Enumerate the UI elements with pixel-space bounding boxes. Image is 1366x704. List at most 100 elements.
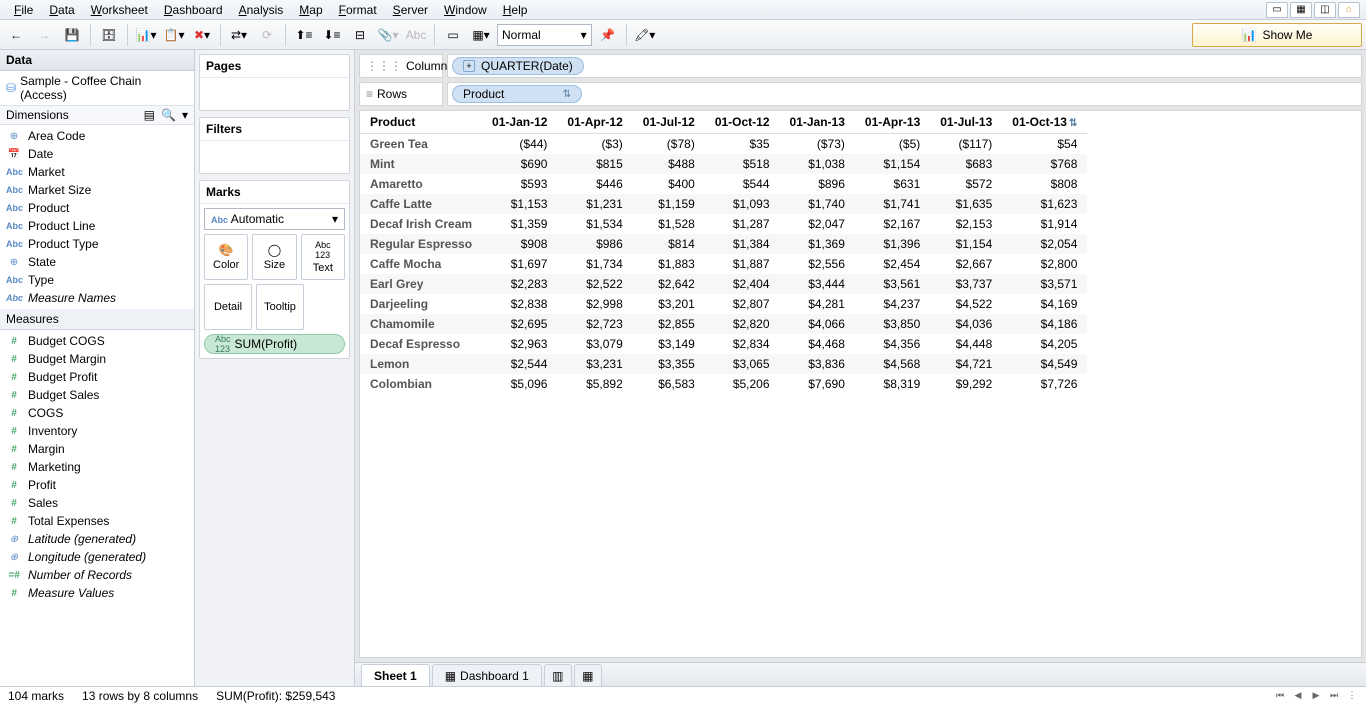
field-area-code[interactable]: ⊕Area Code xyxy=(0,127,194,145)
field-budget-profit[interactable]: #Budget Profit xyxy=(0,368,194,386)
field-latitude-generated-[interactable]: ⊕Latitude (generated) xyxy=(0,530,194,548)
swap-button[interactable]: ⇄▾ xyxy=(227,23,251,47)
field-total-expenses[interactable]: #Total Expenses xyxy=(0,512,194,530)
new-dashboard-tab[interactable]: ▦ xyxy=(574,664,602,686)
table-row[interactable]: Colombian$5,096$5,892$6,583$5,206$7,690$… xyxy=(360,374,1087,394)
sort-desc-button[interactable]: ⬇≡ xyxy=(320,23,344,47)
datasource-button[interactable]: 🗄 xyxy=(97,23,121,47)
field-date[interactable]: 📅Date xyxy=(0,145,194,163)
highlight-button[interactable]: 🖍▾ xyxy=(633,23,657,47)
tab-sheet1[interactable]: Sheet 1 xyxy=(361,664,430,686)
new-worksheet-tab[interactable]: ▥ xyxy=(544,664,572,686)
menu-window[interactable]: Window xyxy=(436,1,495,19)
size-card[interactable]: ◯Size xyxy=(252,234,296,280)
field-market[interactable]: AbcMarket xyxy=(0,163,194,181)
menu-data[interactable]: Data xyxy=(41,1,82,19)
field-budget-sales[interactable]: #Budget Sales xyxy=(0,386,194,404)
table-row[interactable]: Decaf Espresso$2,963$3,079$3,149$2,834$4… xyxy=(360,334,1087,354)
duplicate-button[interactable]: 📋▾ xyxy=(162,23,186,47)
data-table[interactable]: Product01-Jan-1201-Apr-1201-Jul-1201-Oct… xyxy=(359,110,1362,658)
view-grid-icon[interactable]: ▦ xyxy=(1290,2,1312,18)
menu-help[interactable]: Help xyxy=(495,1,536,19)
table-row[interactable]: Chamomile$2,695$2,723$2,855$2,820$4,066$… xyxy=(360,314,1087,334)
rows-pill-product[interactable]: Product ⇅ xyxy=(452,85,582,103)
menu-file[interactable]: File xyxy=(6,1,41,19)
field-product-line[interactable]: AbcProduct Line xyxy=(0,217,194,235)
expand-icon[interactable]: + xyxy=(463,60,475,72)
marks-text-pill[interactable]: Abc123 SUM(Profit) xyxy=(204,334,345,354)
filters-shelf[interactable]: Filters xyxy=(199,117,350,174)
field-product[interactable]: AbcProduct xyxy=(0,199,194,217)
text-card[interactable]: Abc123Text xyxy=(301,234,345,280)
attach-button[interactable]: 📎▾ xyxy=(376,23,400,47)
color-card[interactable]: 🎨Color xyxy=(204,234,248,280)
view-cards-button[interactable]: ▦▾ xyxy=(469,23,493,47)
sort-asc-button[interactable]: ⬆≡ xyxy=(292,23,316,47)
menu-format[interactable]: Format xyxy=(331,1,385,19)
view-window-icon[interactable]: ◫ xyxy=(1314,2,1336,18)
table-row[interactable]: Darjeeling$2,838$2,998$3,201$2,807$4,281… xyxy=(360,294,1087,314)
pin-button[interactable]: 📌 xyxy=(596,23,620,47)
table-row[interactable]: Green Tea($44)($3)($78)$35($73)($5)($117… xyxy=(360,134,1087,155)
presentation-button[interactable]: ▭ xyxy=(441,23,465,47)
view-cards-icon[interactable]: ▭ xyxy=(1266,2,1288,18)
refresh-button[interactable]: ⟳ xyxy=(255,23,279,47)
field-measure-values[interactable]: #Measure Values xyxy=(0,584,194,602)
columns-shelf[interactable]: + QUARTER(Date) xyxy=(447,54,1362,78)
menu-chevron-icon[interactable]: ▾ xyxy=(182,108,188,122)
marks-type-select[interactable]: Abc Automatic ▾ xyxy=(204,208,345,230)
field-number-of-records[interactable]: =#Number of Records xyxy=(0,566,194,584)
field-longitude-generated-[interactable]: ⊕Longitude (generated) xyxy=(0,548,194,566)
table-row[interactable]: Caffe Mocha$1,697$1,734$1,883$1,887$2,55… xyxy=(360,254,1087,274)
detail-card[interactable]: Detail xyxy=(204,284,252,330)
menu-analysis[interactable]: Analysis xyxy=(231,1,292,19)
sort-icon[interactable]: ⇅ xyxy=(563,89,571,100)
field-budget-cogs[interactable]: #Budget COGS xyxy=(0,332,194,350)
search-icon[interactable]: 🔍 xyxy=(161,108,176,122)
pages-shelf[interactable]: Pages xyxy=(199,54,350,111)
next-tab-button[interactable]: ▶ xyxy=(1310,690,1322,702)
tab-dashboard1[interactable]: ▦Dashboard 1 xyxy=(432,664,542,686)
table-row[interactable]: Decaf Irish Cream$1,359$1,534$1,528$1,28… xyxy=(360,214,1087,234)
fit-mode-select[interactable]: Normal▾ xyxy=(497,24,592,46)
first-tab-button[interactable]: ⏮ xyxy=(1274,690,1286,702)
rows-shelf[interactable]: Product ⇅ xyxy=(447,82,1362,106)
columns-pill-quarter[interactable]: + QUARTER(Date) xyxy=(452,57,584,75)
new-worksheet-button[interactable]: 📊▾ xyxy=(134,23,158,47)
show-me-button[interactable]: 📊 Show Me xyxy=(1192,23,1362,47)
menu-server[interactable]: Server xyxy=(385,1,436,19)
field-profit[interactable]: #Profit xyxy=(0,476,194,494)
tooltip-card[interactable]: Tooltip xyxy=(256,284,304,330)
clear-button[interactable]: ✖▾ xyxy=(190,23,214,47)
field-market-size[interactable]: AbcMarket Size xyxy=(0,181,194,199)
last-tab-button[interactable]: ⏭ xyxy=(1328,690,1340,702)
table-row[interactable]: Regular Espresso$908$986$814$1,384$1,369… xyxy=(360,234,1087,254)
table-row[interactable]: Mint$690$815$488$518$1,038$1,154$683$768 xyxy=(360,154,1087,174)
field-sales[interactable]: #Sales xyxy=(0,494,194,512)
table-row[interactable]: Lemon$2,544$3,231$3,355$3,065$3,836$4,56… xyxy=(360,354,1087,374)
prev-tab-button[interactable]: ◀ xyxy=(1292,690,1304,702)
menu-worksheet[interactable]: Worksheet xyxy=(83,1,156,19)
menu-map[interactable]: Map xyxy=(291,1,330,19)
table-row[interactable]: Caffe Latte$1,153$1,231$1,159$1,093$1,74… xyxy=(360,194,1087,214)
field-state[interactable]: ⊕State xyxy=(0,253,194,271)
field-cogs[interactable]: #COGS xyxy=(0,404,194,422)
menu-dashboard[interactable]: Dashboard xyxy=(156,1,231,19)
labels-button[interactable]: Abc xyxy=(404,23,428,47)
field-measure-names[interactable]: AbcMeasure Names xyxy=(0,289,194,307)
field-type[interactable]: AbcType xyxy=(0,271,194,289)
group-button[interactable]: ⊟ xyxy=(348,23,372,47)
datasource-item[interactable]: ⛁ Sample - Coffee Chain (Access) xyxy=(0,71,194,106)
table-row[interactable]: Earl Grey$2,283$2,522$2,642$2,404$3,444$… xyxy=(360,274,1087,294)
forward-button[interactable]: → xyxy=(32,23,56,47)
back-button[interactable]: ← xyxy=(4,23,28,47)
tabs-menu-button[interactable]: ⋮ xyxy=(1346,690,1358,702)
save-button[interactable]: 💾 xyxy=(60,23,84,47)
field-margin[interactable]: #Margin xyxy=(0,440,194,458)
field-budget-margin[interactable]: #Budget Margin xyxy=(0,350,194,368)
field-inventory[interactable]: #Inventory xyxy=(0,422,194,440)
view-list-icon[interactable]: ▤ xyxy=(144,108,155,122)
field-marketing[interactable]: #Marketing xyxy=(0,458,194,476)
field-product-type[interactable]: AbcProduct Type xyxy=(0,235,194,253)
home-icon[interactable]: ⌂ xyxy=(1338,2,1360,18)
